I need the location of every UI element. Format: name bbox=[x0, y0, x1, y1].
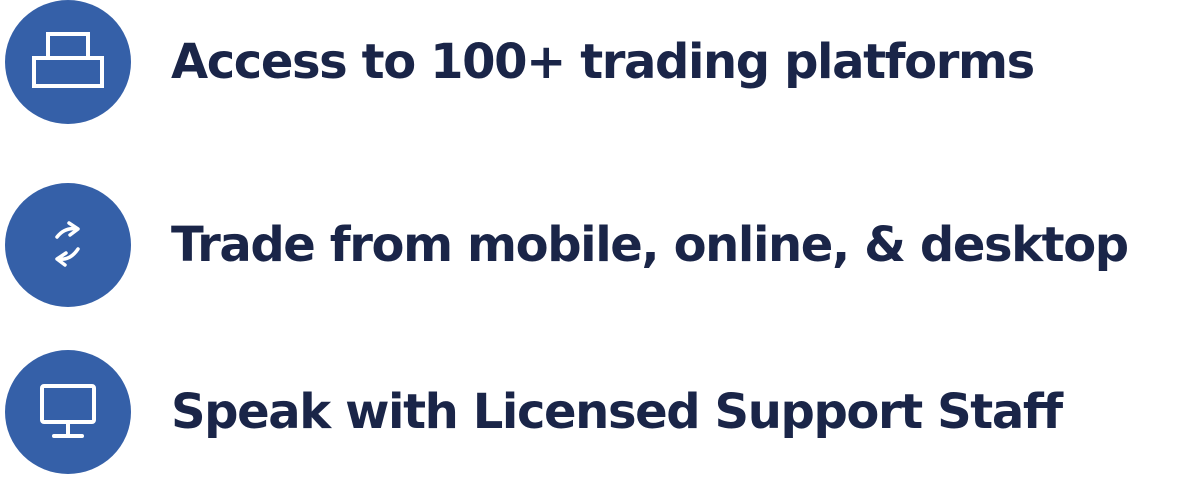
feature-label: Trade from mobile, online, & desktop bbox=[171, 217, 1129, 273]
feature-item-trade-anywhere: Trade from mobile, online, & desktop bbox=[5, 183, 1129, 307]
swap-arrows-icon bbox=[5, 183, 131, 307]
platform-window-icon bbox=[5, 0, 131, 124]
feature-label: Speak with Licensed Support Staff bbox=[171, 384, 1063, 440]
feature-item-support: Speak with Licensed Support Staff bbox=[5, 350, 1063, 474]
feature-label: Access to 100+ trading platforms bbox=[171, 34, 1035, 90]
feature-item-platforms: Access to 100+ trading platforms bbox=[5, 0, 1035, 124]
feature-list: Access to 100+ trading platforms Trade f… bbox=[0, 0, 1182, 481]
monitor-icon bbox=[5, 350, 131, 474]
